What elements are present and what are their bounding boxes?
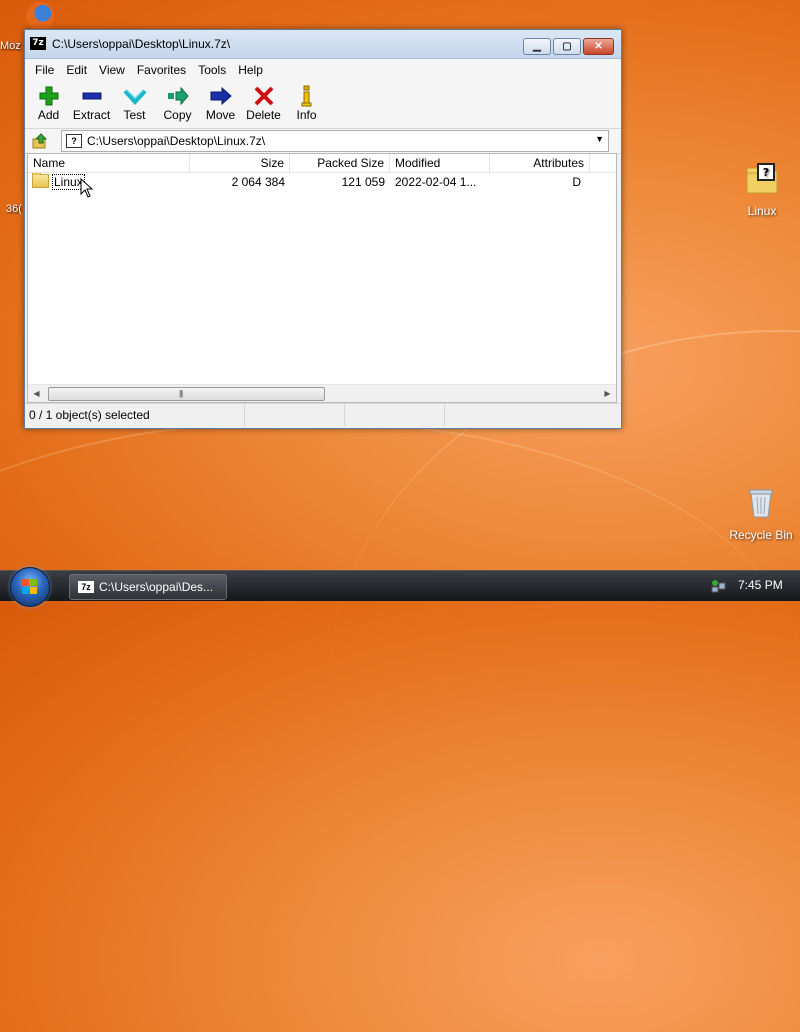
mouse-cursor-icon xyxy=(80,178,94,198)
archive-folder-icon: ? xyxy=(746,163,778,194)
minimize-icon: ▁ xyxy=(533,41,541,52)
windows-logo-icon xyxy=(22,579,37,594)
copy-arrow-icon xyxy=(167,86,189,106)
move-label: Move xyxy=(205,108,236,122)
close-icon: ✕ xyxy=(594,41,603,52)
column-size[interactable]: Size xyxy=(190,154,290,172)
horizontal-scrollbar[interactable]: ◀ ||| ▶ xyxy=(28,384,616,402)
copy-button[interactable]: Copy xyxy=(156,80,199,122)
address-field[interactable]: ? C:\Users\oppai\Desktop\Linux.7z\ ▼ xyxy=(61,130,609,152)
test-button[interactable]: Test xyxy=(113,80,156,122)
plus-icon xyxy=(39,86,58,106)
grip-icon: ||| xyxy=(179,389,183,398)
row-packed-size: 121 059 xyxy=(341,175,385,189)
info-label: Info xyxy=(296,108,317,122)
scroll-right-icon[interactable]: ▶ xyxy=(599,385,616,402)
7zip-app-icon: 7z xyxy=(78,581,94,593)
maximize-button[interactable]: ▢ xyxy=(553,38,581,55)
file-list[interactable]: Name Size Packed Size Modified Attribute… xyxy=(27,153,617,403)
table-row[interactable]: Linux 2 064 384 121 059 2022-02-04 1... … xyxy=(28,173,616,191)
extract-label: Extract xyxy=(72,108,111,122)
folder-icon xyxy=(32,173,49,188)
x-icon xyxy=(254,86,273,106)
recycle-bin-icon xyxy=(749,489,773,518)
desktop-partial-label: Moz xyxy=(0,40,21,52)
clock[interactable]: 7:45 PM xyxy=(738,578,783,592)
move-arrow-icon xyxy=(210,86,232,106)
svg-text:?: ? xyxy=(763,166,769,179)
menu-edit[interactable]: Edit xyxy=(60,63,93,77)
add-button[interactable]: Add xyxy=(27,80,70,122)
column-attributes[interactable]: Attributes xyxy=(490,154,590,172)
menu-favorites[interactable]: Favorites xyxy=(131,63,192,77)
close-button[interactable]: ✕ xyxy=(583,38,614,55)
taskbar-item-label: C:\Users\oppai\Des... xyxy=(99,580,214,594)
row-size: 2 064 384 xyxy=(231,175,285,189)
start-button[interactable] xyxy=(10,567,50,607)
firefox-icon[interactable] xyxy=(26,2,54,30)
delete-button[interactable]: Delete xyxy=(242,80,285,122)
desktop-partial-label-2: 36( xyxy=(6,203,22,215)
list-header: Name Size Packed Size Modified Attribute… xyxy=(28,154,616,173)
scroll-left-icon[interactable]: ◀ xyxy=(28,385,45,402)
status-cell-2 xyxy=(245,404,345,426)
menu-file[interactable]: File xyxy=(29,63,60,77)
column-modified[interactable]: Modified xyxy=(390,154,490,172)
address-text: C:\Users\oppai\Desktop\Linux.7z\ xyxy=(87,134,266,148)
info-button[interactable]: Info xyxy=(285,80,328,122)
menu-tools[interactable]: Tools xyxy=(192,63,232,77)
title-bar[interactable]: 7z C:\Users\oppai\Desktop\Linux.7z\ ▁ ▢ … xyxy=(25,30,621,59)
desktop-icon-linux[interactable]: ? Linux xyxy=(732,163,792,218)
move-button[interactable]: Move xyxy=(199,80,242,122)
menu-view[interactable]: View xyxy=(93,63,131,77)
minimize-button[interactable]: ▁ xyxy=(523,38,551,55)
menu-bar: File Edit View Favorites Tools Help xyxy=(25,59,621,80)
menu-help[interactable]: Help xyxy=(232,63,269,77)
delete-label: Delete xyxy=(246,108,281,122)
row-name-cell[interactable]: Linux xyxy=(28,173,190,191)
7zip-window: 7z C:\Users\oppai\Desktop\Linux.7z\ ▁ ▢ … xyxy=(24,29,622,429)
copy-label: Copy xyxy=(163,108,192,122)
row-modified: 2022-02-04 1... xyxy=(395,175,477,189)
scrollbar-thumb[interactable]: ||| xyxy=(48,387,325,401)
address-bar: ? C:\Users\oppai\Desktop\Linux.7z\ ▼ xyxy=(25,129,621,154)
column-packed-size[interactable]: Packed Size xyxy=(290,154,390,172)
status-cell-4 xyxy=(445,404,615,426)
maximize-icon: ▢ xyxy=(562,41,572,52)
minus-icon xyxy=(82,92,101,100)
chevron-down-icon[interactable]: ▼ xyxy=(595,134,604,144)
archive-icon: ? xyxy=(66,134,82,148)
info-icon xyxy=(301,85,311,107)
7zip-app-icon: 7z xyxy=(30,37,46,50)
toolbar: Add Extract Test Copy Move Delete Info xyxy=(25,80,621,129)
up-folder-button[interactable] xyxy=(29,131,51,151)
check-icon xyxy=(123,89,146,105)
test-label: Test xyxy=(123,108,146,122)
taskbar: 7z C:\Users\oppai\Des... 7:45 PM xyxy=(0,567,800,607)
desktop-icon-label: Recycle Bin xyxy=(729,528,793,542)
desktop-icon-recycle-bin[interactable]: Recycle Bin xyxy=(726,487,796,542)
desktop-icon-label: Linux xyxy=(747,204,777,218)
status-bar: 0 / 1 object(s) selected xyxy=(25,403,621,428)
extract-button[interactable]: Extract xyxy=(70,80,113,122)
row-attributes: D xyxy=(572,175,581,189)
window-title: C:\Users\oppai\Desktop\Linux.7z\ xyxy=(52,37,231,51)
taskbar-item-7zip[interactable]: 7z C:\Users\oppai\Des... xyxy=(69,574,227,600)
up-folder-icon xyxy=(32,133,48,149)
add-label: Add xyxy=(37,108,60,122)
column-name[interactable]: Name xyxy=(28,154,190,172)
status-text: 0 / 1 object(s) selected xyxy=(25,404,245,426)
network-icon[interactable] xyxy=(711,578,727,594)
status-cell-3 xyxy=(345,404,445,426)
